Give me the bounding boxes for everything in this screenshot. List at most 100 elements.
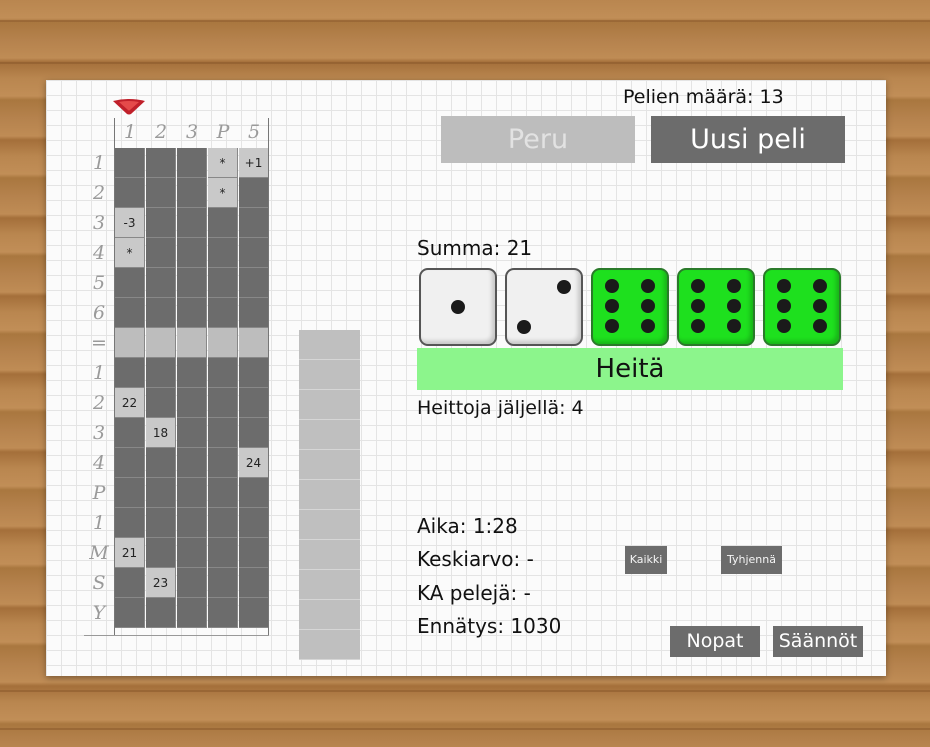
score-cell[interactable] [177,358,207,388]
score-cell[interactable] [115,568,145,598]
score-cell[interactable] [208,298,238,328]
die-2[interactable] [505,268,583,346]
score-cell[interactable] [208,448,238,478]
score-cell[interactable]: -3 [115,208,145,238]
score-cell[interactable] [146,208,176,238]
score-cell[interactable] [177,268,207,298]
score-cell[interactable] [239,208,269,238]
score-cell[interactable] [146,268,176,298]
score-cell[interactable] [208,508,238,538]
score-cell[interactable]: 24 [239,448,269,478]
score-cell[interactable] [115,358,145,388]
score-cell[interactable] [115,148,145,178]
score-cell[interactable] [177,478,207,508]
score-cell[interactable] [177,508,207,538]
clear-button[interactable]: Tyhjennä [721,546,782,574]
die-1[interactable] [419,268,497,346]
score-cell[interactable] [177,238,207,268]
score-cell[interactable] [239,268,269,298]
score-cell[interactable] [146,178,176,208]
score-cell[interactable] [146,448,176,478]
score-cell[interactable] [115,508,145,538]
score-cell[interactable] [208,388,238,418]
score-cell[interactable] [115,418,145,448]
score-cell[interactable] [146,148,176,178]
score-cell[interactable] [239,418,269,448]
total-cell [299,480,360,510]
score-cell[interactable] [208,358,238,388]
score-cell[interactable]: * [115,238,145,268]
score-cell[interactable]: 23 [146,568,176,598]
score-cell[interactable] [239,358,269,388]
row-label: S [92,572,106,594]
score-cell[interactable] [239,508,269,538]
time-stat: Aika: 1:28 [417,514,518,538]
score-cell[interactable] [177,148,207,178]
score-cell[interactable] [239,298,269,328]
score-cell[interactable] [239,478,269,508]
score-cell[interactable] [146,598,176,628]
pip [605,319,619,333]
score-cell[interactable]: 18 [146,418,176,448]
score-cell[interactable] [115,598,145,628]
score-cell[interactable]: * [208,178,238,208]
score-cell[interactable] [177,448,207,478]
score-cell[interactable] [115,448,145,478]
score-cell[interactable] [208,538,238,568]
score-cell[interactable] [177,298,207,328]
score-cell[interactable] [115,328,145,358]
score-cell[interactable] [177,178,207,208]
score-cell[interactable] [115,178,145,208]
scoreboard-grid: 1 2 3 P 5 1 * +1 2 * 3 -3 4 * 5 6 = 1 2 22 3 18 4 24 P 1 M 21 S 23 Y [84,118,269,636]
score-cell[interactable] [146,478,176,508]
score-cell[interactable] [208,238,238,268]
score-cell[interactable] [208,418,238,448]
row-label: 2 [92,392,106,414]
score-cell[interactable] [146,238,176,268]
score-cell[interactable] [239,568,269,598]
undo-button[interactable]: Peru [441,116,635,163]
total-cell [299,330,360,360]
score-cell[interactable] [208,598,238,628]
score-cell[interactable] [146,298,176,328]
score-cell[interactable] [208,268,238,298]
die-3[interactable] [591,268,669,346]
score-cell[interactable] [208,568,238,598]
score-cell[interactable] [239,598,269,628]
score-cell[interactable] [115,268,145,298]
score-cell[interactable] [146,388,176,418]
score-cell[interactable] [146,328,176,358]
score-cell[interactable] [177,388,207,418]
score-cell[interactable] [239,238,269,268]
score-cell[interactable]: 21 [115,538,145,568]
score-cell[interactable]: +1 [239,148,269,178]
die-4[interactable] [677,268,755,346]
die-5[interactable] [763,268,841,346]
score-cell[interactable]: * [208,148,238,178]
score-cell[interactable] [177,418,207,448]
score-cell[interactable] [177,208,207,238]
rules-button[interactable]: Säännöt [773,626,863,657]
score-cell[interactable] [208,208,238,238]
select-all-button[interactable]: Kaikki [625,546,667,574]
score-cell[interactable] [239,178,269,208]
score-cell[interactable] [177,598,207,628]
score-cell[interactable] [177,328,207,358]
score-cell[interactable]: 22 [115,388,145,418]
total-cell [299,570,360,600]
score-cell[interactable] [146,358,176,388]
dice-button[interactable]: Nopat [670,626,760,657]
score-cell[interactable] [239,328,269,358]
score-cell[interactable] [146,538,176,568]
score-cell[interactable] [208,478,238,508]
score-cell[interactable] [115,298,145,328]
roll-button[interactable]: Heitä [417,348,843,390]
score-cell[interactable] [177,568,207,598]
score-cell[interactable] [146,508,176,538]
score-cell[interactable] [239,388,269,418]
score-cell[interactable] [208,328,238,358]
score-cell[interactable] [115,478,145,508]
score-cell[interactable] [239,538,269,568]
new-game-button[interactable]: Uusi peli [651,116,845,163]
score-cell[interactable] [177,538,207,568]
